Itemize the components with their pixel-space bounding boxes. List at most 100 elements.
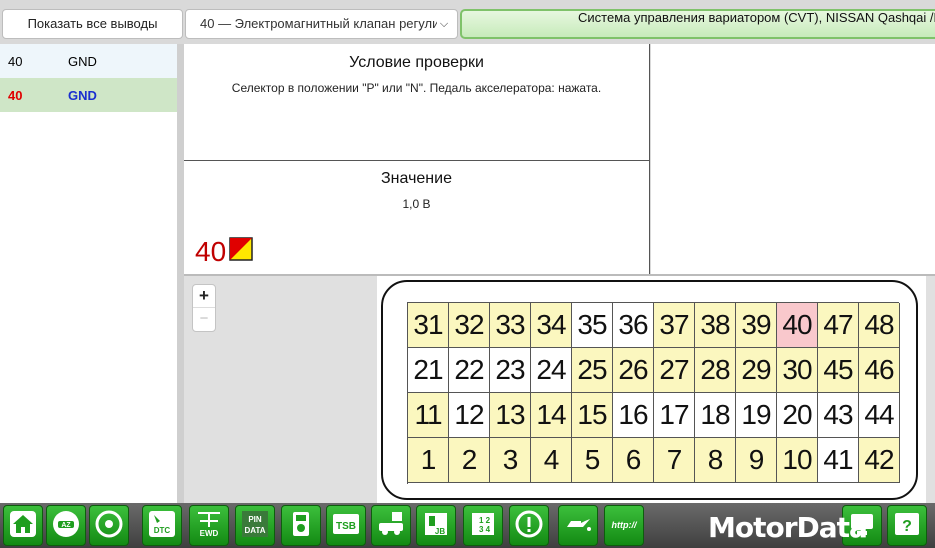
oil-can-icon	[563, 509, 593, 542]
test-condition-panel: Условие проверки Селектор в положении "P…	[184, 44, 650, 161]
connector-pin[interactable]: 44	[859, 393, 900, 438]
connector-pin[interactable]: 9	[736, 438, 777, 483]
connector-pin[interactable]: 25	[572, 348, 613, 393]
connector-map[interactable]: + − 31 32 33 34 35 36 37 38 39 40 47 48 21 22 23 24 25 26…	[184, 276, 935, 503]
svg-text:AZ: AZ	[61, 522, 71, 529]
connector-pin[interactable]: 6	[613, 438, 654, 483]
connector-pin[interactable]: 15	[572, 393, 613, 438]
connector-pin[interactable]: 12	[449, 393, 490, 438]
connector-pin[interactable]: 32	[449, 303, 490, 348]
connector-pin[interactable]: 37	[654, 303, 695, 348]
connector-pin[interactable]: 29	[736, 348, 777, 393]
pin-number: 40	[8, 53, 23, 69]
connector-pin[interactable]: 38	[695, 303, 736, 348]
pin-list-item[interactable]: 40 GND	[0, 44, 177, 78]
web-button[interactable]: http://	[604, 505, 644, 546]
connector-pin[interactable]: 28	[695, 348, 736, 393]
bottom-toolbar: AZ DTC EWD PIN DATA TSB JB 1 23 4 http://? Motor…	[0, 503, 935, 548]
tsb-button[interactable]: TSB	[326, 505, 366, 546]
svg-text:EWD: EWD	[200, 529, 219, 538]
connector-pin[interactable]: 34	[531, 303, 572, 348]
multimeter-button[interactable]	[281, 505, 321, 546]
car-service-icon	[376, 509, 406, 542]
connector-pin[interactable]: 13	[490, 393, 531, 438]
svg-text:3 4: 3 4	[479, 525, 491, 534]
connector-pin[interactable]: 39	[736, 303, 777, 348]
connector-pin[interactable]: 27	[654, 348, 695, 393]
connector-pin[interactable]: 20	[777, 393, 818, 438]
connector-pin[interactable]: 43	[818, 393, 859, 438]
connector-pin[interactable]: 3	[490, 438, 531, 483]
connector-pin[interactable]: 10	[777, 438, 818, 483]
connector-button[interactable]: 1 23 4	[463, 505, 503, 546]
svg-text:JB: JB	[435, 527, 445, 536]
pin-list-item-selected[interactable]: 40 GND	[0, 78, 177, 112]
connector-pin[interactable]: 22	[449, 348, 490, 393]
connector-pin[interactable]: 41	[818, 438, 859, 483]
connector-pin[interactable]: 46	[859, 348, 900, 393]
pin-signal: GND	[68, 53, 97, 69]
help-button[interactable]: ?	[887, 505, 927, 546]
connector-pin[interactable]: 11	[408, 393, 449, 438]
connector-pin[interactable]: 18	[695, 393, 736, 438]
dtc-icon: DTC	[147, 509, 177, 542]
dtc-button[interactable]: DTC	[142, 505, 182, 546]
connector-pin[interactable]: 16	[613, 393, 654, 438]
pin-data-button[interactable]: PIN DATA	[235, 505, 275, 546]
connector-pin[interactable]: 47	[818, 303, 859, 348]
system-title-banner: Система управления вариатором (CVT), NIS…	[460, 9, 935, 39]
connector-pin[interactable]: 2	[449, 438, 490, 483]
connector-pin[interactable]: 21	[408, 348, 449, 393]
connector-pin[interactable]: 45	[818, 348, 859, 393]
pin-select-dropdown[interactable]: 40 — Электромагнитный клапан регулир ⌵	[185, 9, 458, 39]
value-title: Значение	[381, 170, 452, 187]
pin-list: 40 GND 40 GND	[0, 44, 177, 503]
connector-pin[interactable]: 8	[695, 438, 736, 483]
connector-pin[interactable]: 23	[490, 348, 531, 393]
connector-pin[interactable]: 33	[490, 303, 531, 348]
connector-pin[interactable]: 30	[777, 348, 818, 393]
connector-pin[interactable]: 42	[859, 438, 900, 483]
warning-button[interactable]	[509, 505, 549, 546]
ewd-icon: EWD	[194, 509, 224, 542]
car-id-icon: AZ	[51, 509, 81, 542]
connector-pin[interactable]: 7	[654, 438, 695, 483]
connector-pin[interactable]: 17	[654, 393, 695, 438]
svg-text:TSB: TSB	[336, 521, 356, 532]
connector-pin[interactable]: 4	[531, 438, 572, 483]
junction-block-button[interactable]: JB	[416, 505, 456, 546]
fluids-button[interactable]	[558, 505, 598, 546]
zoom-out-button[interactable]: −	[193, 308, 215, 331]
connector-pin-active[interactable]: 40	[777, 303, 818, 348]
image-panel	[651, 44, 935, 275]
maintenance-button[interactable]	[371, 505, 411, 546]
ewd-button[interactable]: EWD	[189, 505, 229, 546]
connector-pin[interactable]: 5	[572, 438, 613, 483]
connector-pin[interactable]: 19	[736, 393, 777, 438]
home-button[interactable]	[3, 505, 43, 546]
vehicle-id-button[interactable]: AZ	[46, 505, 86, 546]
connector-pin[interactable]: 36	[613, 303, 654, 348]
panel-splitter[interactable]	[177, 44, 184, 503]
home-icon	[8, 509, 38, 542]
warning-icon	[514, 509, 544, 542]
connector-pin[interactable]: 24	[531, 348, 572, 393]
connector-pin[interactable]: 26	[613, 348, 654, 393]
connector-icon: 1 23 4	[468, 509, 498, 542]
system-title-text: Система управления вариатором (CVT), NIS…	[578, 10, 935, 25]
connector-pin[interactable]: 48	[859, 303, 900, 348]
connector-pin[interactable]: 35	[572, 303, 613, 348]
zoom-in-button[interactable]: +	[193, 285, 215, 308]
connector-pin[interactable]: 1	[408, 438, 449, 483]
connector-pin[interactable]: 14	[531, 393, 572, 438]
svg-text:http://: http://	[612, 520, 638, 530]
connector-outline: 31 32 33 34 35 36 37 38 39 40 47 48 21 22 23 24 25 26 27 28…	[381, 280, 918, 500]
components-button[interactable]	[89, 505, 129, 546]
connector-pin[interactable]: 31	[408, 303, 449, 348]
gear-wheel-icon	[94, 509, 124, 542]
test-condition-text: Селектор в положении "P" или "N". Педаль…	[231, 81, 602, 95]
show-all-pins-button[interactable]: Показать все выводы	[2, 9, 183, 39]
value-panel: Значение 1,0 В 40	[184, 161, 650, 275]
help-book-icon: ?	[892, 509, 922, 542]
top-bar: Показать все выводы 40 — Электромагнитны…	[0, 0, 935, 44]
